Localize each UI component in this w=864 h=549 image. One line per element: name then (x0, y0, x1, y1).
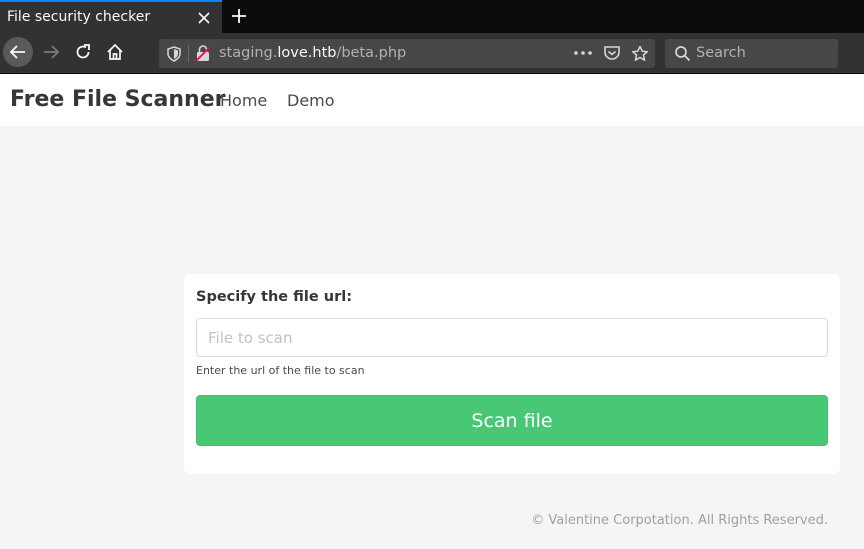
file-url-label: Specify the file url: (196, 289, 353, 305)
home-icon (107, 43, 123, 60)
plus-icon[interactable] (231, 8, 247, 24)
reload-button[interactable] (68, 37, 98, 67)
search-placeholder: Search (696, 45, 746, 61)
address-bar[interactable]: staging.love.htb/beta.php (159, 39, 655, 68)
search-bar[interactable]: Search (665, 39, 838, 68)
url-text[interactable]: staging.love.htb/beta.php (219, 45, 406, 61)
pocket-icon[interactable] (603, 45, 621, 62)
bookmark-star-icon[interactable] (631, 45, 649, 62)
close-icon[interactable] (197, 11, 211, 25)
page-content: Free File Scanner Home Demo Specify the … (0, 75, 864, 549)
arrow-left-icon (9, 45, 25, 59)
brand-logo[interactable]: Free File Scanner (10, 87, 226, 112)
search-icon (675, 46, 691, 62)
url-host: love.htb (277, 45, 337, 61)
help-text: Enter the url of the file to scan (196, 364, 365, 377)
footer-copyright: © Valentine Corpotation. All Rights Rese… (531, 513, 828, 528)
home-button[interactable] (100, 37, 130, 67)
separator (188, 45, 189, 62)
file-url-input[interactable] (196, 318, 828, 357)
navigation-toolbar: staging.love.htb/beta.php Search (0, 33, 864, 74)
scan-file-button[interactable]: Scan file (196, 395, 828, 446)
tab-title: File security checker (7, 9, 151, 25)
url-path: /beta.php (336, 45, 407, 61)
scan-form-card: Specify the file url: Enter the url of t… (184, 274, 840, 474)
forward-button[interactable] (36, 37, 66, 67)
back-button[interactable] (3, 37, 33, 67)
nav-link-home[interactable]: Home (220, 91, 267, 110)
shield-icon[interactable] (167, 46, 181, 62)
url-prefix: staging. (219, 45, 278, 61)
site-header: Free File Scanner Home Demo (0, 75, 864, 126)
browser-tab[interactable]: File security checker (0, 0, 222, 33)
nav-link-demo[interactable]: Demo (287, 91, 335, 110)
insecure-lock-icon[interactable] (195, 45, 211, 62)
tab-strip: File security checker (0, 0, 864, 33)
reload-icon (76, 44, 90, 59)
more-options-icon[interactable] (573, 45, 593, 61)
arrow-right-icon (44, 45, 60, 59)
